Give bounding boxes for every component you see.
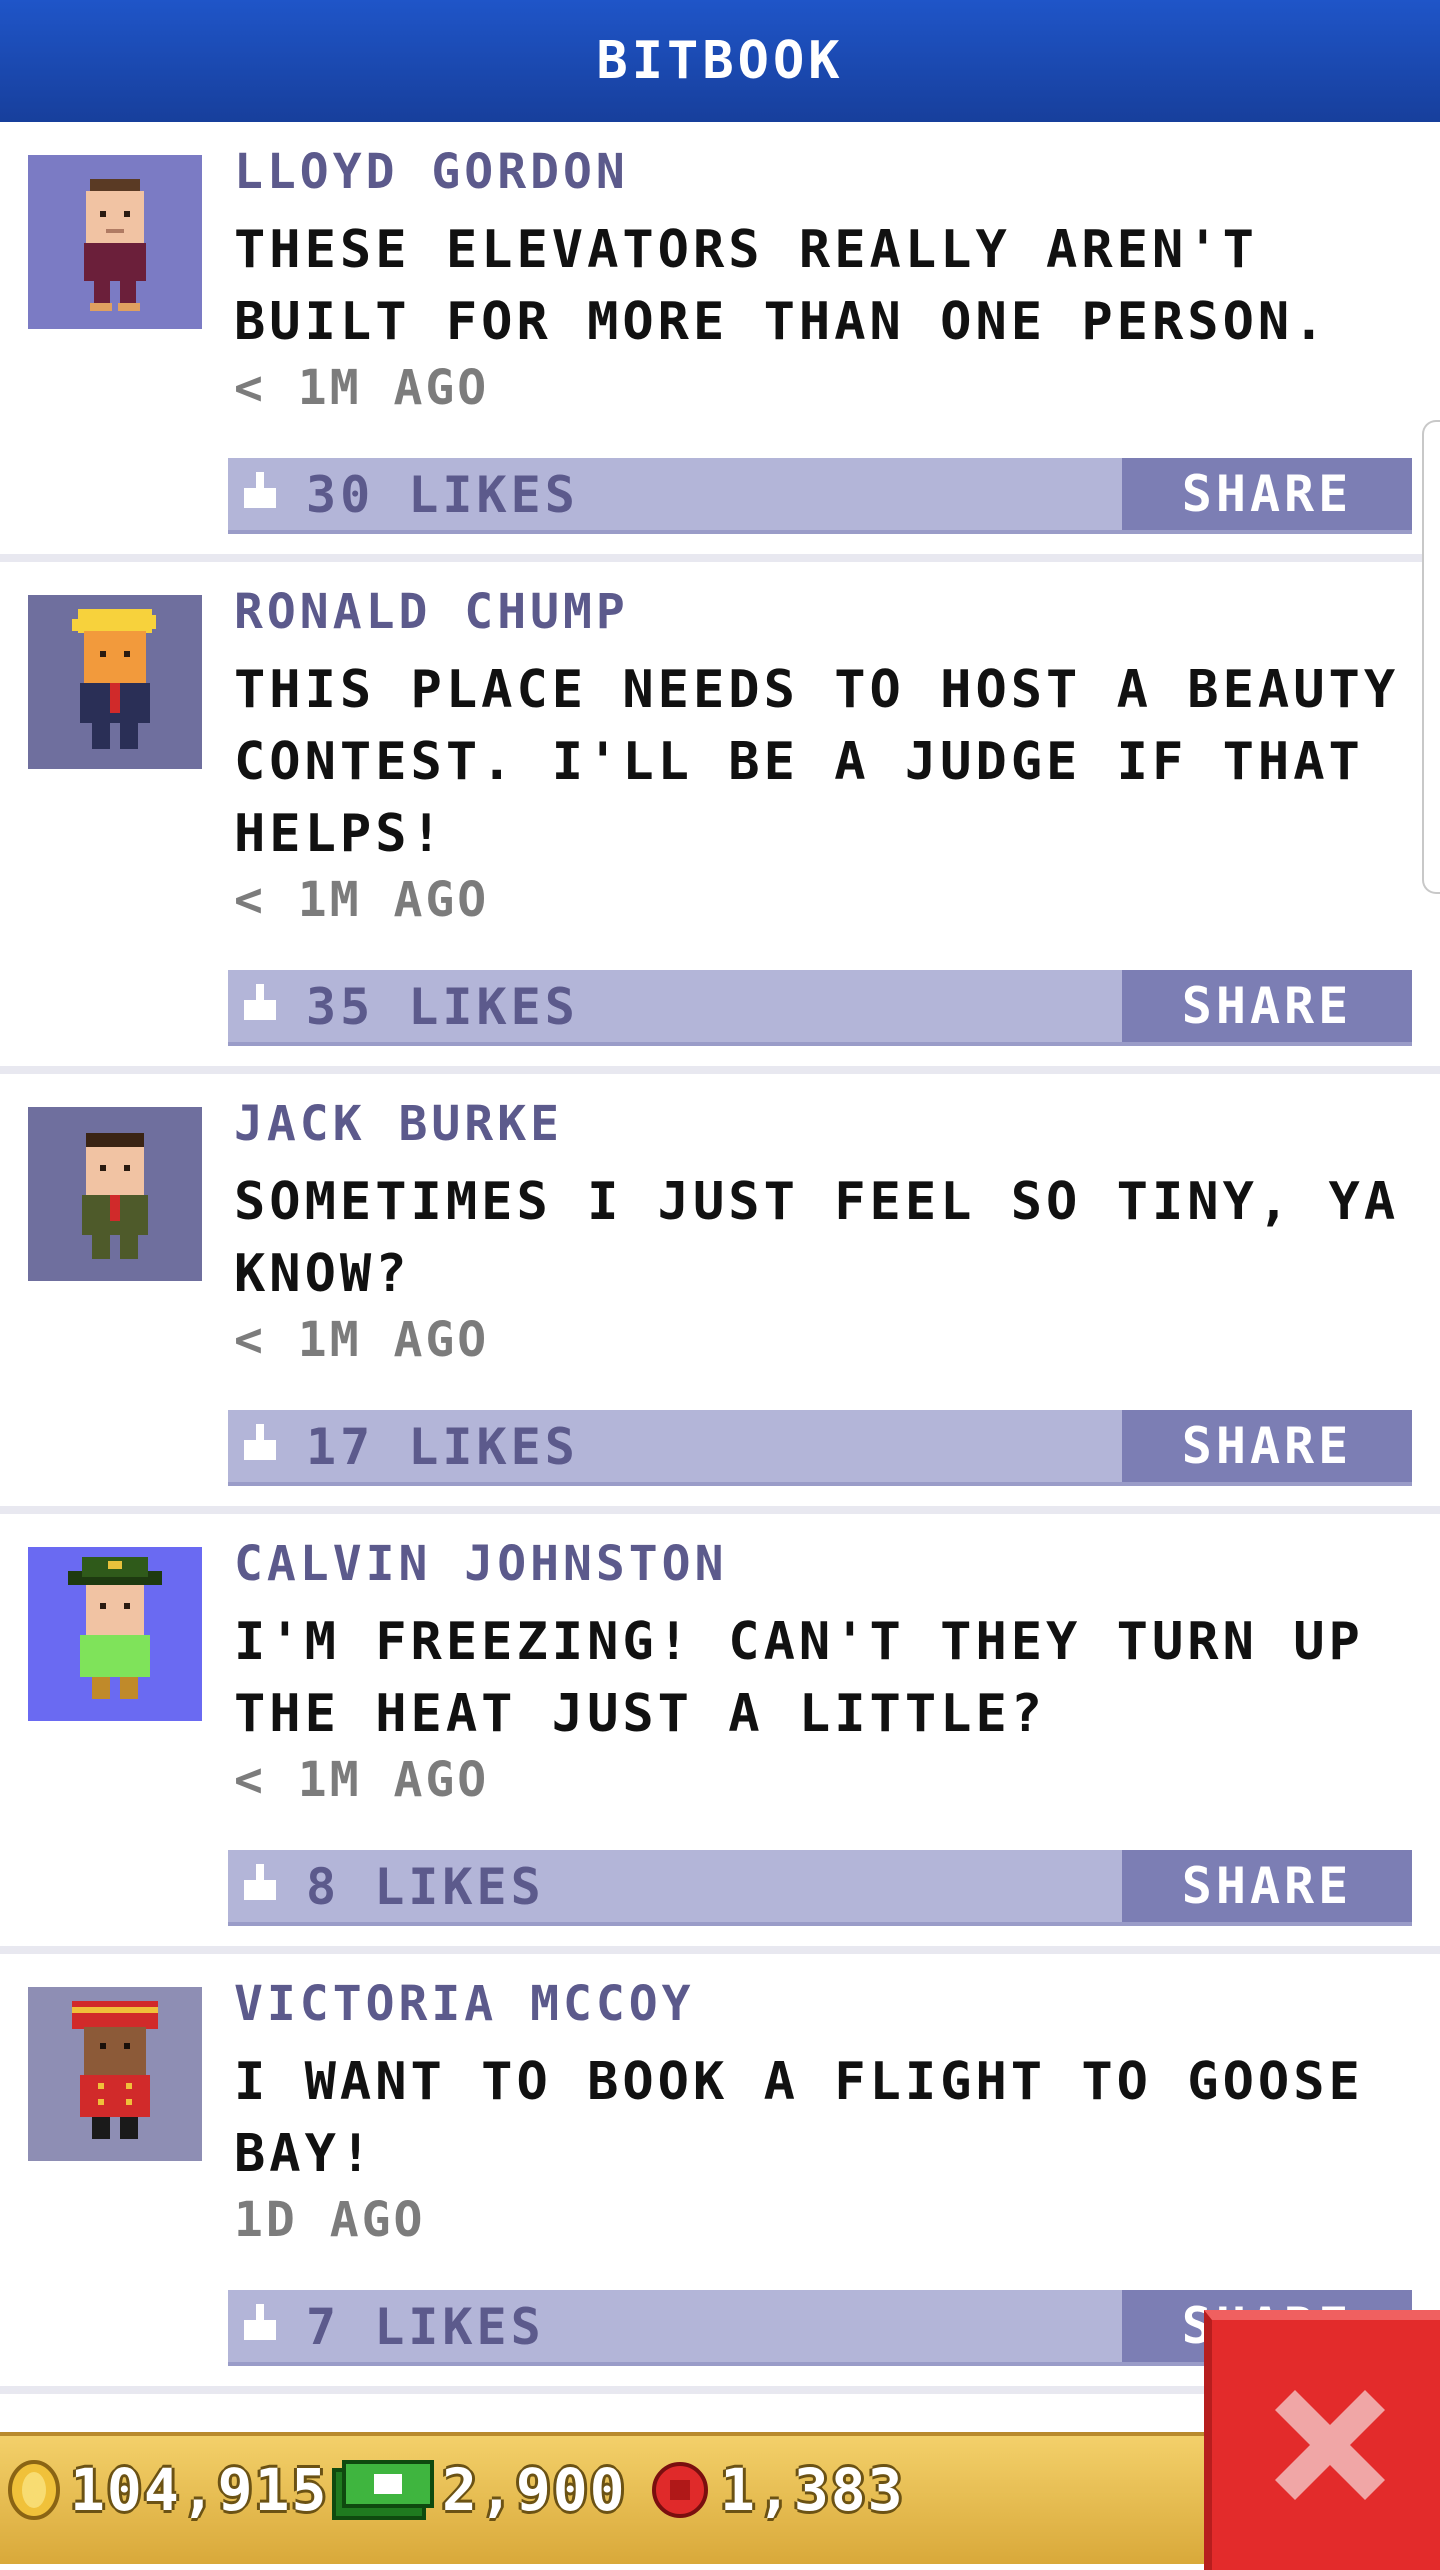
post-time: < 1M AGO [234, 1312, 490, 1368]
coins-value: 104,915 [70, 2456, 329, 2524]
post-author[interactable]: JACK BURKE [234, 1096, 563, 1152]
close-button[interactable] [1204, 2310, 1440, 2570]
post-item: CALVIN JOHNSTON I'M FREEZING! CAN'T THEY… [0, 1514, 1440, 1954]
like-bar: 17 LIKES SHARE [228, 1410, 1412, 1486]
coins-stat: 104,915 [6, 2456, 328, 2524]
avatar[interactable] [28, 1987, 202, 2161]
avatar[interactable] [28, 1107, 202, 1281]
post-time: < 1M AGO [234, 872, 490, 928]
post-time: < 1M AGO [234, 1752, 490, 1808]
like-count: 8 LIKES [306, 1858, 545, 1916]
coin-icon [8, 2460, 60, 2520]
top-bar: BITBOOK [0, 0, 1440, 122]
bux-value: 2,900 [442, 2456, 627, 2524]
post-item: RONALD CHUMP THIS PLACE NEEDS TO HOST A … [0, 562, 1440, 1074]
post-time: 1D AGO [234, 2192, 426, 2248]
tickets-value: 1,383 [720, 2456, 905, 2524]
post-author[interactable]: RONALD CHUMP [234, 584, 629, 640]
share-button[interactable]: SHARE [1122, 458, 1412, 530]
thumbs-up-icon[interactable] [238, 470, 282, 518]
post-divider [0, 554, 1440, 562]
like-count: 30 LIKES [306, 466, 579, 524]
bux-icon [332, 2460, 434, 2520]
page-title: BITBOOK [596, 31, 844, 91]
share-button[interactable]: SHARE [1122, 1410, 1412, 1482]
share-button[interactable]: SHARE [1122, 1850, 1412, 1922]
post-message: SOMETIMES I JUST FEEL SO TINY, YA KNOW? [234, 1172, 1400, 1304]
post-divider [0, 1946, 1440, 1954]
scrollbar[interactable] [1422, 420, 1440, 894]
post-item: LLOYD GORDON THESE ELEVATORS REALLY AREN… [0, 122, 1440, 562]
like-bar: 30 LIKES SHARE [228, 458, 1412, 534]
post-message: I WANT TO BOOK A FLIGHT TO GOOSE BAY! [234, 2052, 1364, 2184]
thumbs-up-icon[interactable] [238, 982, 282, 1030]
post-author[interactable]: CALVIN JOHNSTON [234, 1536, 727, 1592]
thumbs-up-icon[interactable] [238, 1422, 282, 1470]
post-author[interactable]: LLOYD GORDON [234, 144, 629, 200]
close-icon [1275, 2390, 1385, 2500]
like-bar: 35 LIKES SHARE [228, 970, 1412, 1046]
tickets-stat: 1,383 [648, 2456, 905, 2524]
post-divider [0, 1066, 1440, 1074]
avatar[interactable] [28, 595, 202, 769]
like-count: 17 LIKES [306, 1418, 579, 1476]
thumbs-up-icon[interactable] [238, 2302, 282, 2350]
post-divider [0, 1506, 1440, 1514]
post-author[interactable]: VICTORIA MCCOY [234, 1976, 695, 2032]
ticket-icon [652, 2462, 708, 2518]
post-message: I'M FREEZING! CAN'T THEY TURN UP THE HEA… [234, 1612, 1364, 1744]
feed[interactable]: LLOYD GORDON THESE ELEVATORS REALLY AREN… [0, 122, 1440, 2432]
like-count: 35 LIKES [306, 978, 579, 1036]
bux-stat: 2,900 [330, 2456, 627, 2524]
post-item: JACK BURKE SOMETIMES I JUST FEEL SO TINY… [0, 1074, 1440, 1514]
avatar[interactable] [28, 155, 202, 329]
share-button[interactable]: SHARE [1122, 970, 1412, 1042]
thumbs-up-icon[interactable] [238, 1862, 282, 1910]
avatar[interactable] [28, 1547, 202, 1721]
like-count: 7 LIKES [306, 2298, 545, 2356]
post-time: < 1M AGO [234, 360, 490, 416]
like-bar: 8 LIKES SHARE [228, 1850, 1412, 1926]
post-message: THIS PLACE NEEDS TO HOST A BEAUTY CONTES… [234, 660, 1400, 864]
post-message: THESE ELEVATORS REALLY AREN'T BUILT FOR … [234, 220, 1329, 352]
